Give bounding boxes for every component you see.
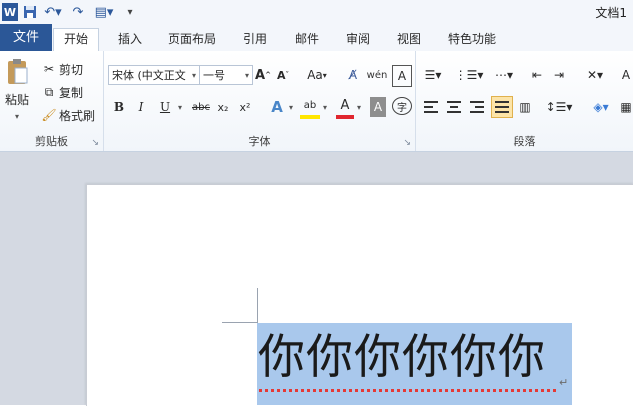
shading-icon[interactable]: ◈▾ <box>588 97 614 117</box>
font-name-combo[interactable]: 宋体 (中文正文 ▾ <box>108 65 200 85</box>
spelling-squiggle <box>259 389 559 392</box>
paste-button-label[interactable]: 粘贴 <box>3 91 31 107</box>
font-size-value: 一号 <box>203 69 225 82</box>
font-color-button[interactable]: A <box>336 95 354 119</box>
shrink-font-button[interactable]: Aˇ <box>275 65 291 85</box>
italic-button[interactable]: I <box>132 97 150 117</box>
superscript-button[interactable]: x² <box>236 97 254 117</box>
format-painter-button[interactable]: 格式刷 <box>59 105 99 125</box>
asian-layout-icon[interactable]: ✕▾ <box>582 65 608 85</box>
tab-view[interactable]: 视图 <box>395 29 423 49</box>
grow-font-button[interactable]: A ^ <box>255 65 271 85</box>
paste-icon[interactable] <box>3 57 31 87</box>
paragraph-group-label: 段落 <box>513 135 536 148</box>
text-effects-dropdown-arrow[interactable]: ▾ <box>286 97 296 117</box>
margin-corner-mark <box>222 322 258 323</box>
title-bar: W ↶▾ ↷ ▤▾ ▾ 文档1 <box>0 0 633 25</box>
font-color-dropdown-arrow[interactable]: ▾ <box>354 97 364 117</box>
sort-icon[interactable]: A <box>620 65 632 85</box>
tab-home[interactable]: 开始 <box>53 28 100 51</box>
highlight-dropdown-arrow[interactable]: ▾ <box>320 97 330 117</box>
tab-page-layout[interactable]: 页面布局 <box>166 29 218 49</box>
ribbon: 粘贴 ▾ ✂ 剪切 ⧉ 复制 🖌 格式刷 剪贴板 ↘ 宋体 (中文正文 ▾ 一号… <box>0 51 633 152</box>
paragraph-group: ☰▾ ⋮☰▾ ⋯▾ ⇤ ⇥ ✕▾ A ▥ ↕☰▾ ◈▾ ▦ 段落 <box>416 51 633 151</box>
phonetic-guide-icon[interactable]: wén <box>367 65 388 85</box>
font-size-dropdown-arrow[interactable]: ▾ <box>245 66 249 86</box>
format-painter-icon[interactable]: 🖌 <box>40 105 58 125</box>
text-effects-button[interactable]: A <box>268 97 286 117</box>
align-left-icon[interactable] <box>422 97 440 117</box>
highlight-button[interactable]: ab <box>300 95 320 119</box>
decrease-indent-icon[interactable]: ⇤ <box>528 65 546 85</box>
enclose-characters-button[interactable]: 字 <box>392 97 412 115</box>
save-icon[interactable] <box>22 3 38 21</box>
underline-dropdown-arrow[interactable]: ▾ <box>175 97 185 117</box>
ribbon-tabs: 文件 开始 插入 页面布局 引用 邮件 审阅 视图 特色功能 <box>0 24 633 52</box>
tab-special-features[interactable]: 特色功能 <box>446 29 498 49</box>
print-preview-icon[interactable]: ▤▾ <box>92 3 116 21</box>
cut-button[interactable]: 剪切 <box>59 59 87 79</box>
bold-button[interactable]: B <box>110 97 128 117</box>
tab-mailings[interactable]: 邮件 <box>293 29 321 49</box>
paste-dropdown-arrow[interactable]: ▾ <box>12 111 22 121</box>
tab-review[interactable]: 审阅 <box>344 29 372 49</box>
justify-icon[interactable] <box>491 96 513 118</box>
numbering-icon[interactable]: ⋮☰▾ <box>455 65 484 85</box>
tab-file[interactable]: 文件 <box>0 24 52 51</box>
font-name-dropdown-arrow[interactable]: ▾ <box>192 66 196 86</box>
character-shading-button[interactable]: A <box>370 97 386 117</box>
character-border-icon[interactable]: A <box>392 65 412 87</box>
cut-icon[interactable]: ✂ <box>40 59 58 79</box>
copy-icon[interactable]: ⧉ <box>40 82 58 102</box>
tab-references[interactable]: 引用 <box>241 29 269 49</box>
increase-indent-icon[interactable]: ⇥ <box>550 65 568 85</box>
font-name-value: 宋体 (中文正文 <box>112 69 186 82</box>
line-spacing-icon[interactable]: ↕☰▾ <box>546 97 573 117</box>
clear-formatting-icon[interactable]: A̸ <box>344 65 362 85</box>
undo-icon[interactable]: ↶▾ <box>42 3 64 21</box>
align-center-icon[interactable] <box>445 97 463 117</box>
font-launcher-icon[interactable]: ↘ <box>403 138 411 148</box>
bullets-icon[interactable]: ☰▾ <box>422 65 444 85</box>
customize-icon[interactable]: ▾ <box>124 3 136 21</box>
strikethrough-button[interactable]: abc <box>190 97 212 117</box>
font-group: 宋体 (中文正文 ▾ 一号 ▾ A ^ Aˇ Aa ▾ A̸ wén A B I U… <box>104 51 416 151</box>
paragraph-mark: ↵ <box>559 376 569 389</box>
document-title: 文档1 <box>595 6 627 20</box>
tab-insert[interactable]: 插入 <box>116 29 144 49</box>
font-group-label: 字体 <box>248 135 271 148</box>
word-icon[interactable]: W <box>2 3 18 21</box>
clipboard-group-label: 剪贴板 <box>35 135 68 148</box>
subscript-button[interactable]: x₂ <box>214 97 232 117</box>
align-right-icon[interactable] <box>468 97 486 117</box>
change-case-button[interactable]: Aa ▾ <box>304 65 330 85</box>
multilevel-list-icon[interactable]: ⋯▾ <box>490 65 518 85</box>
clipboard-launcher-icon[interactable]: ↘ <box>91 138 99 148</box>
underline-button[interactable]: U <box>156 97 174 117</box>
distributed-icon[interactable]: ▥ <box>516 97 534 117</box>
copy-button[interactable]: 复制 <box>59 82 87 102</box>
borders-icon[interactable]: ▦ <box>620 97 632 117</box>
redo-icon[interactable]: ↷ <box>70 3 86 21</box>
margin-corner-mark <box>257 288 258 323</box>
font-size-combo[interactable]: 一号 ▾ <box>199 65 253 85</box>
clipboard-group: 粘贴 ▾ ✂ 剪切 ⧉ 复制 🖌 格式刷 剪贴板 ↘ <box>0 51 104 151</box>
document-text[interactable]: 你你你你你你 <box>258 330 546 386</box>
